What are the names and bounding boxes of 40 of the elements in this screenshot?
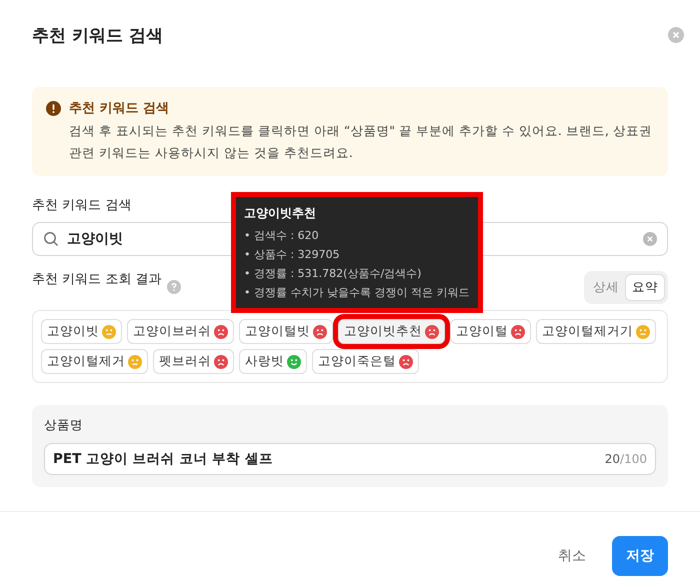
face-icon xyxy=(214,354,228,368)
help-icon[interactable] xyxy=(167,280,182,294)
search-icon xyxy=(43,231,59,247)
keyword-chip[interactable]: 고양이빗 xyxy=(41,319,122,344)
face-icon xyxy=(214,324,228,338)
notice-text: 검색 후 표시되는 추천 키워드를 클릭하면 아래 “상품명" 끝 부분에 추가할 수 있어요. 브랜드, 상표권 관련 키워드는 사용하시지 않는 것을 추천드려요. xyxy=(69,122,653,162)
warning-icon xyxy=(46,101,61,116)
product-name-field[interactable]: PET 고양이 브러쉬 코너 부착 셀프 20/100 xyxy=(44,443,656,475)
clear-icon[interactable] xyxy=(643,232,657,246)
dialog-title: 추천 키워드 검색 xyxy=(32,24,163,46)
face-icon xyxy=(425,324,439,338)
tooltip-title: 고양이빗추천 xyxy=(244,205,316,222)
face-icon xyxy=(313,324,327,338)
results-label: 추천 키워드 조회 결과 xyxy=(32,271,162,288)
field-label: 추천 키워드 검색 xyxy=(32,197,132,214)
tooltip-line: • 경쟁률 수치가 낮을수록 경쟁이 적은 키워드 xyxy=(244,285,470,300)
cancel-button[interactable]: 취소 xyxy=(546,537,598,575)
keyword-chip[interactable]: 고양이털 xyxy=(450,319,531,344)
notice-title: 추천 키워드 검색 xyxy=(69,100,170,117)
tooltip-line: • 상품수 : 329705 xyxy=(244,247,340,262)
keyword-chip[interactable]: 고양이털제거기 xyxy=(536,319,656,344)
keyword-chip[interactable]: 고양이브러쉬 xyxy=(127,319,234,344)
keyword-chip[interactable]: 펫브러쉬 xyxy=(153,349,234,374)
tooltip-line: • 경쟁률 : 531.782(상품수/검색수) xyxy=(244,266,422,281)
keyword-chip[interactable]: 고양이죽은털 xyxy=(312,349,419,374)
field-label: 상품명 xyxy=(44,417,83,434)
face-icon xyxy=(511,324,525,338)
face-icon xyxy=(102,324,116,338)
tooltip-line: • 검색수 : 620 xyxy=(244,228,319,243)
face-icon xyxy=(399,354,413,368)
keyword-chip[interactable]: 고양이털빗 xyxy=(239,319,333,344)
face-icon xyxy=(636,324,650,338)
save-button[interactable]: 저장 xyxy=(612,536,668,576)
keyword-chip[interactable]: 고양이털제거 xyxy=(41,349,148,374)
close-icon[interactable] xyxy=(668,27,684,43)
face-icon xyxy=(128,354,142,368)
character-count: 20/100 xyxy=(604,452,647,466)
view-tab[interactable]: 요약 xyxy=(625,274,665,300)
keyword-chip[interactable]: 사랑빗 xyxy=(239,349,307,374)
face-icon xyxy=(287,354,301,368)
